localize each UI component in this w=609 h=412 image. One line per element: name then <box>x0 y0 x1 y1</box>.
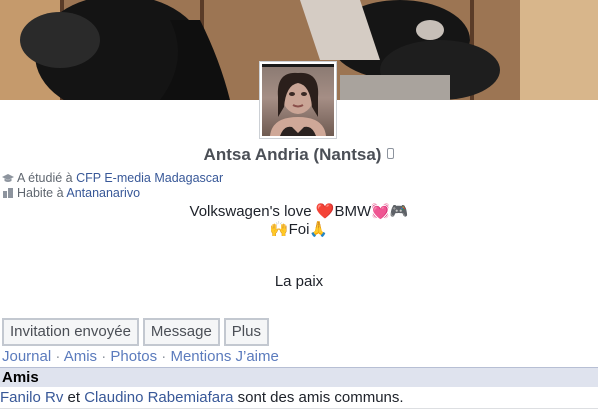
mutual-friend-link[interactable]: Fanilo Rv <box>0 389 63 406</box>
residence-info: Habite à Antananarivo <box>2 186 140 200</box>
tab-amis[interactable]: Amis <box>64 348 97 365</box>
bio-line-3: La paix <box>274 273 324 290</box>
graduation-cap-icon <box>2 174 14 182</box>
tab-photos[interactable]: Photos <box>110 348 157 365</box>
tab-separator: · <box>55 348 61 365</box>
profile-picture-image <box>262 64 334 136</box>
profile-tabs: Journal · Amis · Photos · Mentions J’aim… <box>2 348 279 365</box>
tab-journal[interactable]: Journal <box>2 348 51 365</box>
profile-actions: Invitation envoyée Message Plus <box>2 318 269 346</box>
education-link[interactable]: CFP E-media Madagascar <box>76 171 223 185</box>
profile-name-row: Antsa Andria (Nantsa) <box>0 145 598 165</box>
bio-line-1: Volkswagen's love ❤️BMW💓🎮 <box>189 203 409 220</box>
residence-prefix: Habite à <box>17 186 64 200</box>
friends-section-header: Amis <box>0 367 598 387</box>
home-icon <box>3 188 13 198</box>
education-info: A étudié à CFP E-media Madagascar <box>2 171 223 185</box>
mutual-friends-line: Fanilo Rv et Claudino Rabemiafara sont d… <box>0 389 404 406</box>
friend-request-sent-button[interactable]: Invitation envoyée <box>2 318 139 346</box>
message-button[interactable]: Message <box>142 318 220 346</box>
education-prefix: A étudié à <box>17 171 73 185</box>
residence-link[interactable]: Antananarivo <box>66 186 140 200</box>
mutual-friend-link[interactable]: Claudino Rabemiafara <box>84 389 233 406</box>
more-button[interactable]: Plus <box>223 318 269 346</box>
bio-line-2: 🙌Foi🙏 <box>269 221 329 238</box>
profile-picture[interactable] <box>259 61 337 139</box>
profile-name: Antsa Andria (Nantsa) <box>203 145 382 164</box>
divider <box>0 408 598 409</box>
mobile-phone-icon <box>387 148 395 159</box>
mutual-friends-suffix: sont des amis communs. <box>237 389 404 406</box>
tab-separator: · <box>101 348 107 365</box>
conjunction-text: et <box>67 389 81 406</box>
tab-separator: · <box>161 348 167 365</box>
tab-mentions[interactable]: Mentions J’aime <box>170 348 278 365</box>
